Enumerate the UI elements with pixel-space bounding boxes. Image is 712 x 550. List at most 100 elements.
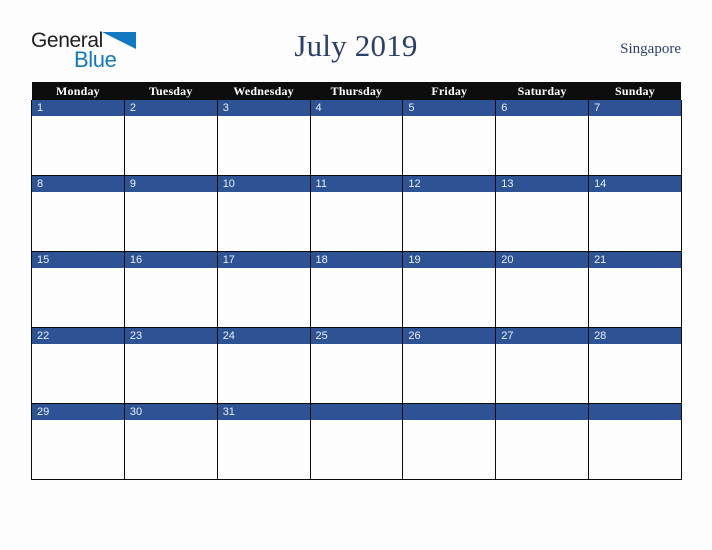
day-cell-header[interactable]: 11	[309, 175, 404, 192]
day-cell-header[interactable]: 13	[495, 175, 590, 192]
date-number: 17	[222, 254, 235, 266]
date-number: 13	[501, 178, 514, 190]
weekday-header-thursday: Thursday	[310, 82, 403, 100]
day-cell-header[interactable]: 26	[402, 327, 497, 344]
date-number: 14	[594, 178, 607, 190]
day-cell-header[interactable]: 15	[31, 251, 125, 268]
day-cell-body[interactable]	[309, 268, 404, 328]
day-cell-header[interactable]: 22	[31, 327, 125, 344]
date-number: 6	[501, 102, 508, 114]
page-title: July 2019	[294, 28, 418, 63]
day-cell-header[interactable]: 2	[123, 100, 218, 116]
date-number: 8	[37, 178, 44, 190]
day-cell-header[interactable]: 17	[216, 251, 311, 268]
day-cell-body[interactable]	[309, 192, 404, 252]
day-cell-body[interactable]	[495, 268, 590, 328]
day-cell-body[interactable]	[402, 192, 497, 252]
day-cell-body[interactable]	[123, 192, 218, 252]
day-cell-header[interactable]: 5	[402, 100, 497, 116]
page-header: General Blue July 2019 Singapore	[31, 24, 681, 80]
day-cell-body-empty[interactable]	[588, 420, 682, 480]
date-number: 15	[37, 254, 50, 266]
day-cell-body[interactable]	[123, 116, 218, 176]
day-cell-body-empty[interactable]	[495, 420, 590, 480]
day-cell-body[interactable]	[31, 192, 125, 252]
day-cell-body[interactable]	[123, 420, 218, 480]
day-cell-header[interactable]: 23	[123, 327, 218, 344]
day-cell-body[interactable]	[216, 420, 311, 480]
weekday-header-monday: Monday	[31, 82, 125, 100]
day-cell-header-empty[interactable]	[588, 403, 682, 420]
day-cell-body[interactable]	[588, 268, 682, 328]
date-number: 26	[408, 330, 421, 342]
day-cell-header[interactable]: 16	[123, 251, 218, 268]
week-body-row	[31, 268, 682, 328]
day-cell-header[interactable]: 14	[588, 175, 682, 192]
day-cell-header[interactable]: 7	[588, 100, 682, 116]
day-cell-body[interactable]	[216, 344, 311, 404]
day-cell-header[interactable]: 8	[31, 175, 125, 192]
day-cell-header[interactable]: 9	[123, 175, 218, 192]
date-number: 2	[129, 102, 136, 114]
day-cell-header[interactable]: 27	[495, 327, 590, 344]
day-cell-body[interactable]	[402, 344, 497, 404]
date-number: 10	[222, 178, 235, 190]
day-cell-body[interactable]	[216, 116, 311, 176]
day-cell-header[interactable]: 18	[309, 251, 404, 268]
day-cell-body[interactable]	[31, 268, 125, 328]
day-cell-body[interactable]	[495, 344, 590, 404]
week-date-row: 29 30 31	[31, 403, 682, 420]
day-cell-header[interactable]: 4	[309, 100, 404, 116]
day-cell-header[interactable]: 25	[309, 327, 404, 344]
day-cell-body[interactable]	[588, 116, 682, 176]
day-cell-header[interactable]: 10	[216, 175, 311, 192]
date-number	[589, 404, 681, 420]
date-number: 20	[501, 254, 514, 266]
week-body-row	[31, 116, 682, 176]
day-cell-body-empty[interactable]	[402, 420, 497, 480]
day-cell-body[interactable]	[31, 116, 125, 176]
date-number: 12	[408, 178, 421, 190]
day-cell-body[interactable]	[402, 268, 497, 328]
day-cell-header[interactable]: 20	[495, 251, 590, 268]
day-cell-body[interactable]	[123, 268, 218, 328]
day-cell-header[interactable]: 29	[31, 403, 125, 420]
day-cell-header[interactable]: 3	[216, 100, 311, 116]
day-cell-header[interactable]: 28	[588, 327, 682, 344]
day-cell-body-empty[interactable]	[309, 420, 404, 480]
date-number: 16	[129, 254, 143, 266]
day-cell-header[interactable]: 24	[216, 327, 311, 344]
day-cell-body[interactable]	[588, 192, 682, 252]
day-cell-header[interactable]: 19	[402, 251, 497, 268]
weekday-header-tuesday: Tuesday	[124, 82, 218, 100]
day-cell-body[interactable]	[216, 268, 311, 328]
week-date-row: 22 23 24 25 26 27 28	[31, 327, 682, 344]
day-cell-body[interactable]	[309, 344, 404, 404]
day-cell-header-empty[interactable]	[402, 403, 497, 420]
day-cell-body[interactable]	[588, 344, 682, 404]
day-cell-body[interactable]	[31, 344, 125, 404]
day-cell-body[interactable]	[309, 116, 404, 176]
date-number: 27	[501, 330, 514, 342]
day-cell-body[interactable]	[31, 420, 125, 480]
day-cell-header[interactable]: 31	[216, 403, 311, 420]
day-cell-header[interactable]: 6	[495, 100, 590, 116]
day-cell-header[interactable]: 1	[31, 100, 125, 116]
day-cell-header[interactable]: 30	[123, 403, 218, 420]
day-cell-body[interactable]	[216, 192, 311, 252]
day-cell-body[interactable]	[402, 116, 497, 176]
date-number: 3	[222, 102, 229, 114]
day-cell-body[interactable]	[123, 344, 218, 404]
date-number: 1	[37, 102, 44, 114]
date-number: 24	[222, 330, 235, 342]
date-number: 9	[129, 178, 136, 190]
date-number: 4	[315, 102, 322, 114]
day-cell-header-empty[interactable]	[309, 403, 404, 420]
date-number: 19	[408, 254, 421, 266]
day-cell-body[interactable]	[495, 192, 590, 252]
date-number	[403, 404, 495, 420]
day-cell-header[interactable]: 12	[402, 175, 497, 192]
day-cell-header[interactable]: 21	[588, 251, 682, 268]
day-cell-header-empty[interactable]	[495, 403, 590, 420]
day-cell-body[interactable]	[495, 116, 590, 176]
